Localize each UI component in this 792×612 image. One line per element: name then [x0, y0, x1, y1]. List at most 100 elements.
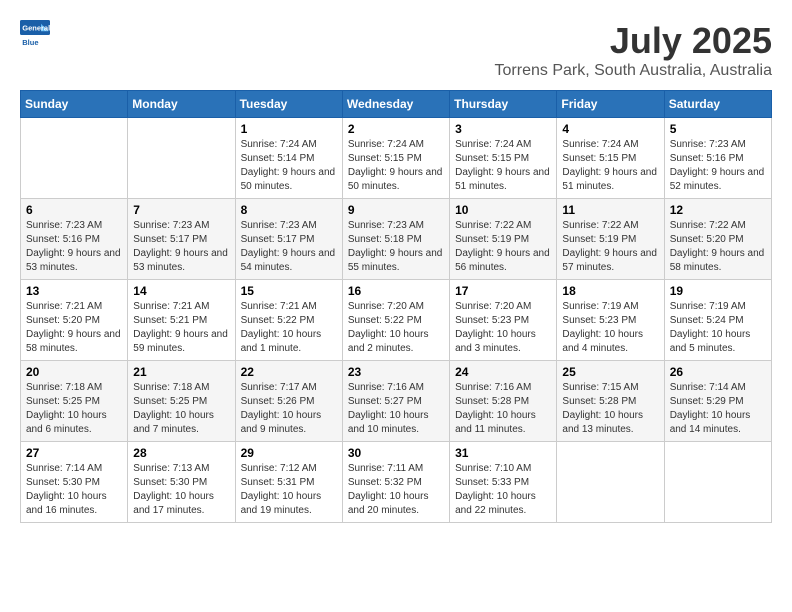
day-info: Sunrise: 7:10 AM Sunset: 5:33 PM Dayligh…	[455, 462, 551, 518]
day-cell: 25 Sunrise: 7:15 AM Sunset: 5:28 PM Dayli…	[557, 361, 664, 442]
day-cell	[664, 442, 771, 523]
day-cell: 29 Sunrise: 7:12 AM Sunset: 5:31 PM Dayli…	[235, 442, 342, 523]
col-wednesday: Wednesday	[342, 91, 449, 118]
day-info: Sunrise: 7:24 AM Sunset: 5:15 PM Dayligh…	[562, 138, 658, 194]
day-cell: 7 Sunrise: 7:23 AM Sunset: 5:17 PM Daylig…	[128, 199, 235, 280]
day-cell: 8 Sunrise: 7:23 AM Sunset: 5:17 PM Daylig…	[235, 199, 342, 280]
day-number: 2	[348, 122, 444, 136]
day-cell: 5Sunrise: 7:23 AM Sunset: 5:16 PM Daylig…	[664, 118, 771, 199]
day-info: Sunrise: 7:24 AM Sunset: 5:15 PM Dayligh…	[348, 138, 444, 194]
day-cell: 3 Sunrise: 7:24 AM Sunset: 5:15 PM Daylig…	[450, 118, 557, 199]
day-info: Sunrise: 7:15 AM Sunset: 5:28 PM Dayligh…	[562, 381, 658, 437]
day-cell: 4 Sunrise: 7:24 AM Sunset: 5:15 PM Daylig…	[557, 118, 664, 199]
day-info: Sunrise: 7:14 AM Sunset: 5:30 PM Dayligh…	[26, 462, 122, 518]
day-cell: 23 Sunrise: 7:16 AM Sunset: 5:27 PM Dayli…	[342, 361, 449, 442]
day-cell: 17Sunrise: 7:20 AM Sunset: 5:23 PM Dayli…	[450, 280, 557, 361]
day-number: 17	[455, 284, 551, 298]
day-info: Sunrise: 7:23 AM Sunset: 5:16 PM Dayligh…	[26, 219, 122, 275]
day-number: 30	[348, 446, 444, 460]
calendar-title: July 2025	[495, 20, 772, 62]
day-cell: 18Sunrise: 7:19 AM Sunset: 5:23 PM Dayli…	[557, 280, 664, 361]
calendar-header: Sunday Monday Tuesday Wednesday Thursday…	[21, 91, 772, 118]
day-number: 25	[562, 365, 658, 379]
day-cell: 11Sunrise: 7:22 AM Sunset: 5:19 PM Dayli…	[557, 199, 664, 280]
header-row: Sunday Monday Tuesday Wednesday Thursday…	[21, 91, 772, 118]
day-info: Sunrise: 7:23 AM Sunset: 5:17 PM Dayligh…	[241, 219, 337, 275]
logo: General Blue	[20, 20, 50, 50]
day-cell: 22 Sunrise: 7:17 AM Sunset: 5:26 PM Dayli…	[235, 361, 342, 442]
svg-text:Blue: Blue	[22, 38, 38, 47]
week-row-2: 13 Sunrise: 7:21 AM Sunset: 5:20 PM Dayli…	[21, 280, 772, 361]
day-info: Sunrise: 7:22 AM Sunset: 5:20 PM Dayligh…	[670, 219, 766, 275]
day-info: Sunrise: 7:21 AM Sunset: 5:21 PM Dayligh…	[133, 300, 229, 356]
day-info: Sunrise: 7:23 AM Sunset: 5:17 PM Dayligh…	[133, 219, 229, 275]
day-number: 24	[455, 365, 551, 379]
svg-text:General: General	[22, 24, 50, 33]
col-friday: Friday	[557, 91, 664, 118]
day-number: 1	[241, 122, 337, 136]
day-info: Sunrise: 7:23 AM Sunset: 5:18 PM Dayligh…	[348, 219, 444, 275]
day-number: 3	[455, 122, 551, 136]
day-cell: 24 Sunrise: 7:16 AM Sunset: 5:28 PM Dayli…	[450, 361, 557, 442]
day-number: 7	[133, 203, 229, 217]
day-cell: 14 Sunrise: 7:21 AM Sunset: 5:21 PM Dayli…	[128, 280, 235, 361]
col-monday: Monday	[128, 91, 235, 118]
day-cell	[557, 442, 664, 523]
page-header: General Blue July 2025 Torrens Park, Sou…	[20, 20, 772, 80]
day-number: 21	[133, 365, 229, 379]
day-number: 6	[26, 203, 122, 217]
day-info: Sunrise: 7:21 AM Sunset: 5:20 PM Dayligh…	[26, 300, 122, 356]
day-cell: 2 Sunrise: 7:24 AM Sunset: 5:15 PM Daylig…	[342, 118, 449, 199]
day-cell	[21, 118, 128, 199]
col-saturday: Saturday	[664, 91, 771, 118]
col-sunday: Sunday	[21, 91, 128, 118]
day-number: 5	[670, 122, 766, 136]
day-info: Sunrise: 7:17 AM Sunset: 5:26 PM Dayligh…	[241, 381, 337, 437]
day-cell: 28 Sunrise: 7:13 AM Sunset: 5:30 PM Dayli…	[128, 442, 235, 523]
day-number: 19	[670, 284, 766, 298]
week-row-4: 27Sunrise: 7:14 AM Sunset: 5:30 PM Dayli…	[21, 442, 772, 523]
title-block: July 2025 Torrens Park, South Australia,…	[495, 20, 772, 80]
day-number: 10	[455, 203, 551, 217]
col-thursday: Thursday	[450, 91, 557, 118]
day-number: 16	[348, 284, 444, 298]
day-info: Sunrise: 7:14 AM Sunset: 5:29 PM Dayligh…	[670, 381, 766, 437]
day-number: 11	[562, 203, 658, 217]
day-number: 23	[348, 365, 444, 379]
day-cell: 10 Sunrise: 7:22 AM Sunset: 5:19 PM Dayli…	[450, 199, 557, 280]
day-info: Sunrise: 7:16 AM Sunset: 5:28 PM Dayligh…	[455, 381, 551, 437]
day-info: Sunrise: 7:16 AM Sunset: 5:27 PM Dayligh…	[348, 381, 444, 437]
day-info: Sunrise: 7:18 AM Sunset: 5:25 PM Dayligh…	[26, 381, 122, 437]
day-info: Sunrise: 7:13 AM Sunset: 5:30 PM Dayligh…	[133, 462, 229, 518]
day-number: 26	[670, 365, 766, 379]
day-number: 12	[670, 203, 766, 217]
logo-icon: General Blue	[20, 20, 50, 50]
day-number: 15	[241, 284, 337, 298]
day-number: 9	[348, 203, 444, 217]
calendar-table: Sunday Monday Tuesday Wednesday Thursday…	[20, 90, 772, 523]
day-info: Sunrise: 7:22 AM Sunset: 5:19 PM Dayligh…	[455, 219, 551, 275]
day-number: 8	[241, 203, 337, 217]
day-cell: 6 Sunrise: 7:23 AM Sunset: 5:16 PM Daylig…	[21, 199, 128, 280]
day-number: 28	[133, 446, 229, 460]
day-cell: 27Sunrise: 7:14 AM Sunset: 5:30 PM Dayli…	[21, 442, 128, 523]
day-info: Sunrise: 7:21 AM Sunset: 5:22 PM Dayligh…	[241, 300, 337, 356]
day-info: Sunrise: 7:12 AM Sunset: 5:31 PM Dayligh…	[241, 462, 337, 518]
day-number: 13	[26, 284, 122, 298]
day-number: 18	[562, 284, 658, 298]
day-number: 14	[133, 284, 229, 298]
day-number: 4	[562, 122, 658, 136]
day-cell: 30 Sunrise: 7:11 AM Sunset: 5:32 PM Dayli…	[342, 442, 449, 523]
day-info: Sunrise: 7:24 AM Sunset: 5:15 PM Dayligh…	[455, 138, 551, 194]
day-number: 29	[241, 446, 337, 460]
day-info: Sunrise: 7:19 AM Sunset: 5:24 PM Dayligh…	[670, 300, 766, 356]
day-info: Sunrise: 7:11 AM Sunset: 5:32 PM Dayligh…	[348, 462, 444, 518]
day-cell: 20 Sunrise: 7:18 AM Sunset: 5:25 PM Dayli…	[21, 361, 128, 442]
day-number: 22	[241, 365, 337, 379]
day-number: 20	[26, 365, 122, 379]
day-cell: 9 Sunrise: 7:23 AM Sunset: 5:18 PM Daylig…	[342, 199, 449, 280]
day-cell: 13 Sunrise: 7:21 AM Sunset: 5:20 PM Dayli…	[21, 280, 128, 361]
day-number: 31	[455, 446, 551, 460]
day-cell	[128, 118, 235, 199]
week-row-0: 1Sunrise: 7:24 AM Sunset: 5:14 PM Daylig…	[21, 118, 772, 199]
